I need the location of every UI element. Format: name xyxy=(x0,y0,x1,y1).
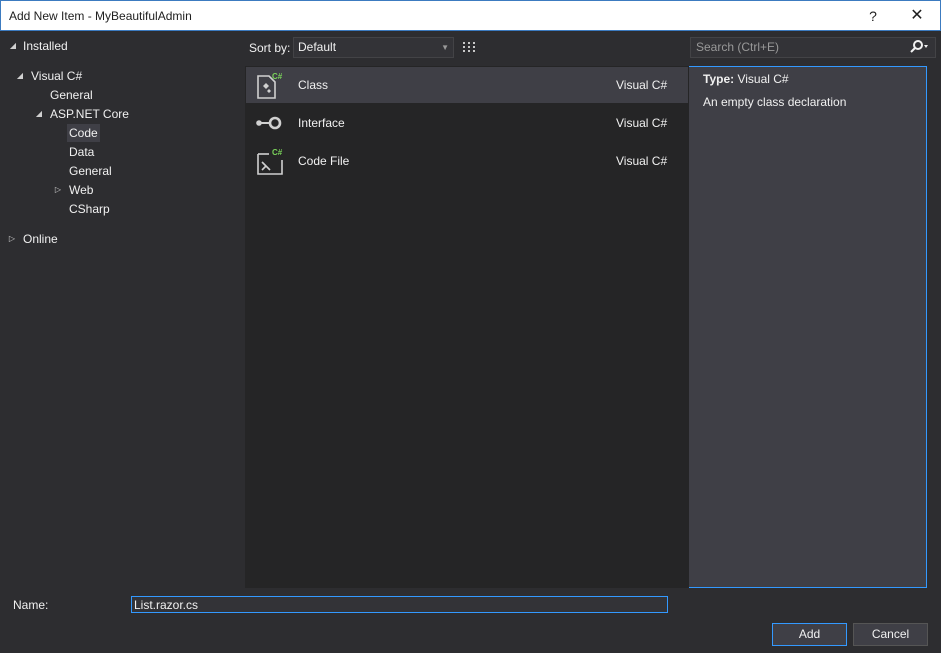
sort-by-label: Sort by: xyxy=(249,41,291,55)
close-button[interactable]: ✕ xyxy=(904,5,930,27)
bottom-bar: Name: Add Cancel xyxy=(0,588,941,653)
code-file-icon: C# xyxy=(257,148,283,175)
template-name: Class xyxy=(298,78,329,92)
type-label: Type: xyxy=(703,72,735,86)
tree-label-csharp: CSharp xyxy=(69,202,110,216)
category-tree: ◢ Installed ◢ Visual C# General ◢ ASP.NE… xyxy=(0,32,245,588)
expanded-arrow-icon[interactable]: ◢ xyxy=(15,67,25,85)
tree-label-web: Web xyxy=(69,183,94,197)
type-line: Type: Visual C# xyxy=(703,72,789,86)
tree-label-aspnet-core: ASP.NET Core xyxy=(50,107,129,121)
help-button[interactable]: ? xyxy=(863,5,883,27)
add-new-item-dialog: Add New Item - MyBeautifulAdmin ? ✕ ◢ In… xyxy=(0,0,941,653)
interface-icon xyxy=(256,116,282,130)
sort-by-value: Default xyxy=(298,40,337,54)
tree-label-data: Data xyxy=(69,145,95,159)
tree-label-general: General xyxy=(50,88,93,102)
chevron-down-icon: ▼ xyxy=(441,43,449,52)
template-language: Visual C# xyxy=(616,78,668,92)
name-input[interactable] xyxy=(131,596,668,613)
window-title: Add New Item - MyBeautifulAdmin xyxy=(9,9,192,23)
cancel-button[interactable]: Cancel xyxy=(853,623,928,646)
search-box[interactable]: Search (Ctrl+E) xyxy=(690,37,936,58)
title-bar: Add New Item - MyBeautifulAdmin ? ✕ xyxy=(0,0,941,31)
tree-label-installed: Installed xyxy=(23,39,68,53)
search-icon[interactable] xyxy=(909,39,929,61)
tree-label-online: Online xyxy=(23,232,58,246)
template-list: C# Class Visual C# Interface Visual C# C… xyxy=(245,66,689,588)
collapsed-arrow-icon[interactable]: ▷ xyxy=(7,230,17,248)
add-button[interactable]: Add xyxy=(772,623,847,646)
svg-text:C#: C# xyxy=(272,148,283,157)
tree-label-general-sub: General xyxy=(69,164,112,178)
template-name: Code File xyxy=(298,154,350,168)
template-name: Interface xyxy=(298,116,345,130)
svg-text:C#: C# xyxy=(272,72,283,81)
expanded-arrow-icon[interactable]: ◢ xyxy=(8,37,18,55)
class-icon: C# xyxy=(257,72,283,99)
type-value: Visual C# xyxy=(737,72,789,86)
template-language: Visual C# xyxy=(616,116,668,130)
search-placeholder: Search (Ctrl+E) xyxy=(696,40,780,54)
name-label: Name: xyxy=(13,598,49,612)
grid-view-button[interactable] xyxy=(458,37,480,58)
template-description: An empty class declaration xyxy=(703,95,847,109)
grid-view-icon xyxy=(463,42,475,52)
template-item-class[interactable]: C# Class Visual C# xyxy=(246,67,688,103)
tree-label-code: Code xyxy=(67,124,100,142)
template-item-code-file[interactable]: C# Code File Visual C# xyxy=(246,143,688,179)
expanded-arrow-icon[interactable]: ◢ xyxy=(34,105,44,123)
tree-label-visual-csharp: Visual C# xyxy=(31,69,83,83)
sort-by-dropdown[interactable]: Default ▼ xyxy=(293,37,454,58)
template-language: Visual C# xyxy=(616,154,668,168)
collapsed-arrow-icon[interactable]: ▷ xyxy=(53,181,63,199)
template-item-interface[interactable]: Interface Visual C# xyxy=(246,105,688,141)
